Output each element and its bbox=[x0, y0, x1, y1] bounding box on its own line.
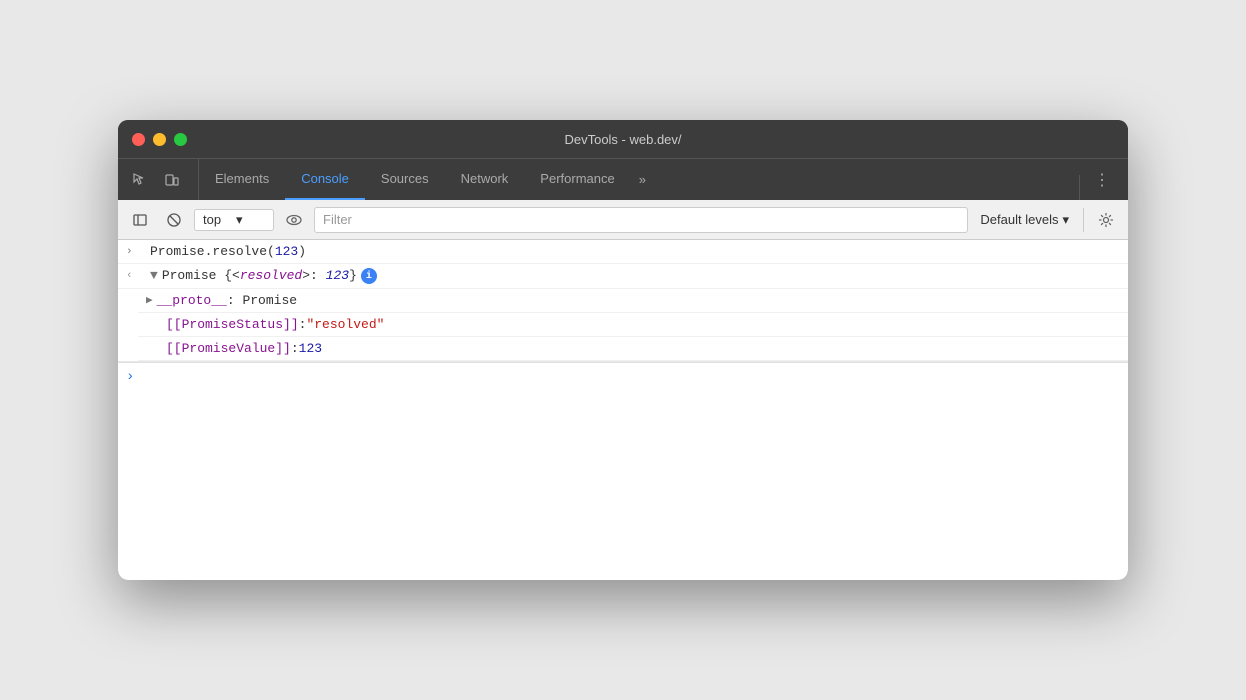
window-controls bbox=[132, 133, 187, 146]
context-value: top bbox=[203, 212, 232, 227]
tabbar: Elements Console Sources Network Perform… bbox=[118, 158, 1128, 200]
prompt-caret: › bbox=[126, 369, 134, 385]
context-arrow: ▾ bbox=[236, 212, 265, 228]
value-key: [[PromiseValue]] bbox=[166, 341, 291, 356]
promise-label: Promise {<resolved>: 123} bbox=[162, 268, 357, 283]
collapse-toggle[interactable]: ▼ bbox=[150, 268, 158, 283]
console-input-text: Promise.resolve(123) bbox=[150, 244, 306, 259]
console-line-value: [[PromiseValue]] : 123 bbox=[138, 337, 1128, 361]
log-levels-button[interactable]: Default levels ▾ bbox=[974, 208, 1075, 232]
value-colon: : bbox=[291, 341, 299, 356]
status-colon: : bbox=[299, 317, 307, 332]
tab-sources[interactable]: Sources bbox=[365, 159, 445, 200]
levels-arrow: ▾ bbox=[1062, 212, 1069, 228]
status-value: "resolved" bbox=[306, 317, 384, 332]
device-toggle-icon[interactable] bbox=[158, 166, 186, 194]
proto-expand-caret[interactable]: ▶ bbox=[146, 293, 153, 307]
console-area: › Promise.resolve(123) ‹ ▼ Promise {<res… bbox=[118, 240, 1128, 580]
filter-input[interactable] bbox=[314, 207, 968, 233]
console-toolbar: top ▾ Default levels ▾ bbox=[118, 200, 1128, 240]
sidebar-toggle-button[interactable] bbox=[126, 206, 154, 234]
tab-console[interactable]: Console bbox=[285, 159, 365, 200]
inspect-icon[interactable] bbox=[126, 166, 154, 194]
proto-key: __proto__ bbox=[157, 293, 227, 308]
devtools-menu-button[interactable]: ⋮ bbox=[1084, 159, 1120, 200]
tab-network[interactable]: Network bbox=[445, 159, 525, 200]
titlebar: DevTools - web.dev/ bbox=[118, 120, 1128, 158]
status-key: [[PromiseStatus]] bbox=[166, 317, 299, 332]
close-button[interactable] bbox=[132, 133, 145, 146]
proto-colon: : Promise bbox=[227, 293, 297, 308]
console-line-input: › Promise.resolve(123) bbox=[118, 240, 1128, 264]
toolbar-icons bbox=[126, 159, 199, 200]
maximize-button[interactable] bbox=[174, 133, 187, 146]
window-title: DevTools - web.dev/ bbox=[564, 132, 681, 147]
devtools-window: DevTools - web.dev/ Elements Console Sou… bbox=[118, 120, 1128, 580]
more-tabs-button[interactable]: » bbox=[631, 159, 654, 200]
tab-performance[interactable]: Performance bbox=[524, 159, 630, 200]
console-repl-input[interactable] bbox=[142, 370, 1120, 385]
console-line-proto: ▶ __proto__ : Promise bbox=[138, 289, 1128, 313]
tabs: Elements Console Sources Network Perform… bbox=[199, 159, 1075, 200]
minimize-button[interactable] bbox=[153, 133, 166, 146]
live-expressions-button[interactable] bbox=[280, 206, 308, 234]
tab-divider bbox=[1079, 175, 1080, 200]
output-caret: ‹ bbox=[126, 270, 142, 282]
toolbar-divider bbox=[1083, 208, 1084, 232]
clear-console-button[interactable] bbox=[160, 206, 188, 234]
console-settings-button[interactable] bbox=[1092, 206, 1120, 234]
info-badge[interactable]: i bbox=[361, 268, 377, 284]
console-line-promise: ‹ ▼ Promise {<resolved>: 123} i bbox=[118, 264, 1128, 289]
levels-label: Default levels bbox=[980, 212, 1058, 227]
console-input-line[interactable]: › bbox=[118, 362, 1128, 391]
context-selector[interactable]: top ▾ bbox=[194, 209, 274, 231]
console-line-status: [[PromiseStatus]] : "resolved" bbox=[138, 313, 1128, 337]
tab-elements[interactable]: Elements bbox=[199, 159, 285, 200]
input-caret: › bbox=[126, 246, 142, 258]
value-number: 123 bbox=[299, 341, 322, 356]
